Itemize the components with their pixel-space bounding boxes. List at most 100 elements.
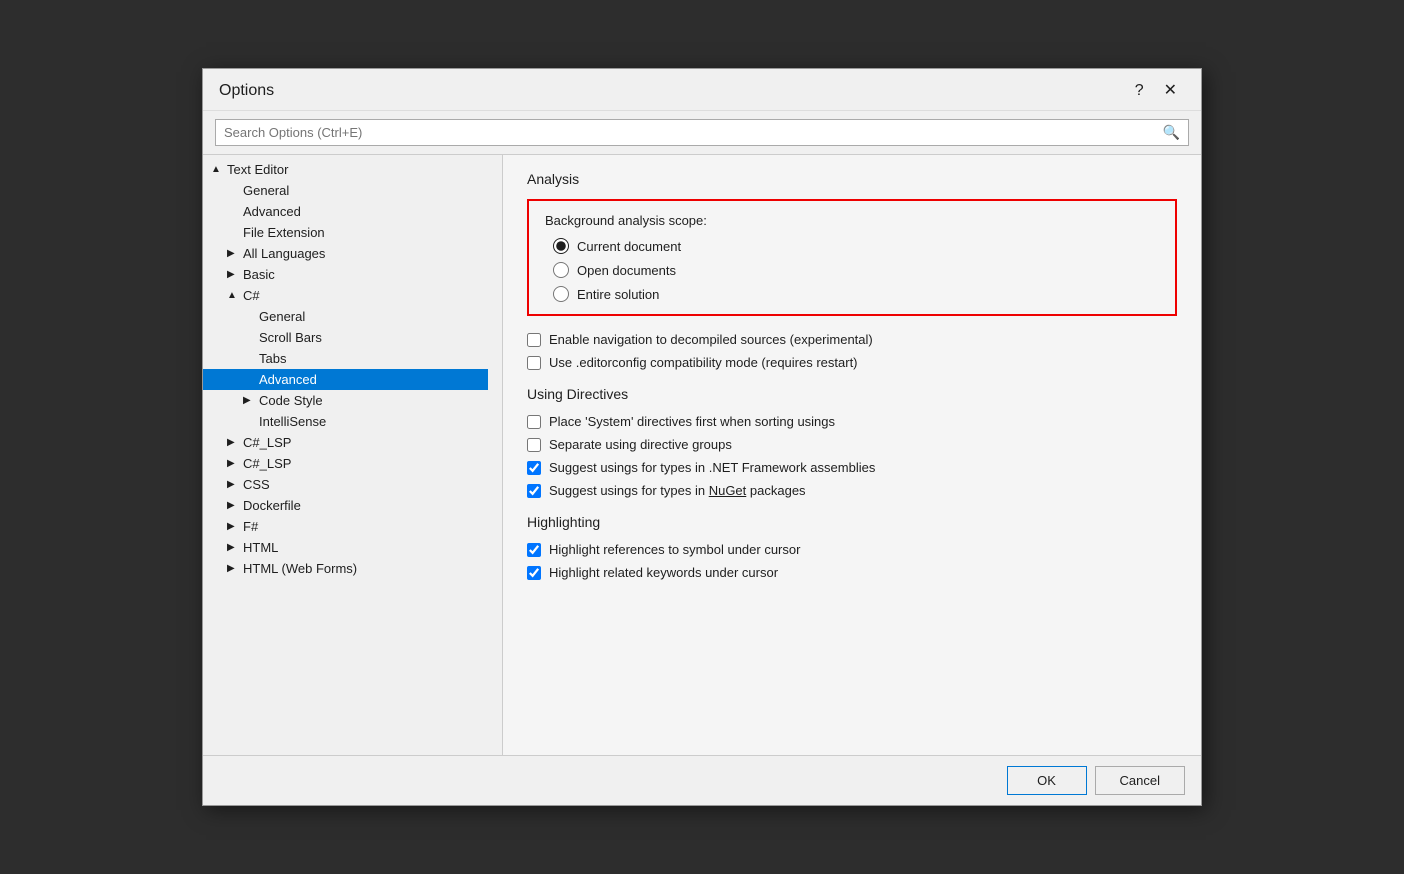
tree-item-html[interactable]: ▶ HTML bbox=[203, 537, 488, 558]
analysis-box: Background analysis scope: Current docum… bbox=[527, 199, 1177, 316]
arrow-icon-html: ▶ bbox=[227, 542, 239, 553]
tree-item-intellisense[interactable]: IntelliSense bbox=[203, 411, 488, 432]
arrow-icon-csharp-lsp1: ▶ bbox=[227, 437, 239, 448]
arrow-icon-csharp: ▲ bbox=[227, 290, 239, 301]
tree-label-basic: Basic bbox=[243, 267, 275, 282]
arrow-icon-basic: ▶ bbox=[227, 269, 239, 280]
highlighting-section: Highlighting Highlight references to sym… bbox=[527, 514, 1177, 580]
tree-label-all-languages: All Languages bbox=[243, 246, 325, 261]
checkbox-system-first[interactable] bbox=[527, 415, 541, 429]
tree-label-html: HTML bbox=[243, 540, 278, 555]
checkbox-label-highlight-keywords: Highlight related keywords under cursor bbox=[549, 565, 778, 580]
tree-label-text-editor: Text Editor bbox=[227, 162, 288, 177]
search-bar: 🔍 bbox=[203, 111, 1201, 155]
checkbox-highlight-keywords[interactable] bbox=[527, 566, 541, 580]
arrow-icon-fsharp: ▶ bbox=[227, 521, 239, 532]
radio-row-open-docs: Open documents bbox=[553, 262, 1159, 278]
tree-label-fsharp: F# bbox=[243, 519, 258, 534]
search-icon: 🔍 bbox=[1163, 124, 1180, 141]
title-actions: ? ✕ bbox=[1127, 79, 1185, 102]
radio-label-open-docs: Open documents bbox=[577, 263, 676, 278]
cancel-button[interactable]: Cancel bbox=[1095, 766, 1185, 795]
help-button[interactable]: ? bbox=[1127, 79, 1152, 102]
tree-container: ▲Text EditorGeneralAdvancedFile Extensio… bbox=[203, 159, 502, 579]
highlighting-title: Highlighting bbox=[527, 514, 1177, 530]
arrow-icon-code-style: ▶ bbox=[243, 395, 255, 406]
tree-item-dockerfile[interactable]: ▶ Dockerfile bbox=[203, 495, 488, 516]
radio-label-current-doc: Current document bbox=[577, 239, 681, 254]
tree-item-tabs[interactable]: Tabs bbox=[203, 348, 488, 369]
tree-item-csharp-lsp2[interactable]: ▶C#_LSP bbox=[203, 453, 488, 474]
analysis-checkboxes: Enable navigation to decompiled sources … bbox=[527, 332, 1177, 370]
using-directives-section: Using Directives Place 'System' directiv… bbox=[527, 386, 1177, 498]
radio-row-current-doc: Current document bbox=[553, 238, 1159, 254]
checkbox-highlight-refs[interactable] bbox=[527, 543, 541, 557]
tree-label-advanced: Advanced bbox=[259, 372, 317, 387]
left-panel: ▲Text EditorGeneralAdvancedFile Extensio… bbox=[203, 155, 503, 755]
checkbox-row-highlight-refs: Highlight references to symbol under cur… bbox=[527, 542, 1177, 557]
checkbox-editorconfig[interactable] bbox=[527, 356, 541, 370]
tree-item-css[interactable]: ▶CSS bbox=[203, 474, 488, 495]
checkbox-label-system-first: Place 'System' directives first when sor… bbox=[549, 414, 835, 429]
tree-item-html-webforms[interactable]: ▶HTML (Web Forms) bbox=[203, 558, 488, 579]
tree-item-basic[interactable]: ▶ Basic bbox=[203, 264, 488, 285]
arrow-icon-html-webforms: ▶ bbox=[227, 563, 239, 574]
title-bar-left: Options bbox=[219, 82, 274, 100]
tree-item-csharp[interactable]: ▲ C# bbox=[203, 285, 488, 306]
title-bar: Options ? ✕ bbox=[203, 69, 1201, 111]
checkbox-label-editorconfig: Use .editorconfig compatibility mode (re… bbox=[549, 355, 858, 370]
radio-entire-solution[interactable] bbox=[553, 286, 569, 302]
tree-label-csharp-lsp2: C#_LSP bbox=[243, 456, 291, 471]
analysis-title: Analysis bbox=[527, 171, 1177, 187]
tree-item-all-languages[interactable]: ▶All Languages bbox=[203, 243, 488, 264]
tree-label-scroll-bars: Scroll Bars bbox=[259, 330, 322, 345]
checkbox-row-system-first: Place 'System' directives first when sor… bbox=[527, 414, 1177, 429]
tree-label-advanced-top: Advanced bbox=[243, 204, 301, 219]
tree-label-intellisense: IntelliSense bbox=[259, 414, 326, 429]
checkbox-nav-decompiled[interactable] bbox=[527, 333, 541, 347]
ok-button[interactable]: OK bbox=[1007, 766, 1087, 795]
search-input[interactable] bbox=[224, 125, 1163, 140]
checkbox-label-highlight-refs: Highlight references to symbol under cur… bbox=[549, 542, 800, 557]
checkbox-label-suggest-net: Suggest usings for types in .NET Framewo… bbox=[549, 460, 875, 475]
radio-group: Current document Open documents Entire sol… bbox=[545, 238, 1159, 302]
checkbox-separate-groups[interactable] bbox=[527, 438, 541, 452]
footer: OK Cancel bbox=[203, 755, 1201, 805]
checkbox-label-suggest-nuget: Suggest usings for types in NuGet packag… bbox=[549, 483, 806, 498]
radio-open-docs[interactable] bbox=[553, 262, 569, 278]
close-button[interactable]: ✕ bbox=[1156, 79, 1185, 102]
checkbox-suggest-nuget[interactable] bbox=[527, 484, 541, 498]
tree-item-fsharp[interactable]: ▶ F# bbox=[203, 516, 488, 537]
tree-item-scroll-bars[interactable]: Scroll Bars bbox=[203, 327, 488, 348]
tree-item-advanced-top[interactable]: Advanced bbox=[203, 201, 488, 222]
tree-item-file-extension[interactable]: File Extension bbox=[203, 222, 488, 243]
checkbox-row-suggest-net: Suggest usings for types in .NET Framewo… bbox=[527, 460, 1177, 475]
tree-item-csharp-general[interactable]: General bbox=[203, 306, 488, 327]
tree-label-file-extension: File Extension bbox=[243, 225, 325, 240]
checkbox-row-highlight-keywords: Highlight related keywords under cursor bbox=[527, 565, 1177, 580]
radio-current-doc[interactable] bbox=[553, 238, 569, 254]
checkbox-suggest-net[interactable] bbox=[527, 461, 541, 475]
arrow-icon-dockerfile: ▶ bbox=[227, 500, 239, 511]
tree-label-dockerfile: Dockerfile bbox=[243, 498, 301, 513]
tree-label-csharp: C# bbox=[243, 288, 260, 303]
dialog-title: Options bbox=[219, 82, 274, 100]
background-scope-label: Background analysis scope: bbox=[545, 213, 1159, 228]
arrow-icon-css: ▶ bbox=[227, 479, 239, 490]
tree-label-code-style: Code Style bbox=[259, 393, 323, 408]
highlighting-checkboxes: Highlight references to symbol under cur… bbox=[527, 542, 1177, 580]
tree-item-text-editor[interactable]: ▲Text Editor bbox=[203, 159, 488, 180]
options-dialog: Options ? ✕ 🔍 ▲Text EditorGeneralAdvance… bbox=[202, 68, 1202, 806]
tree-label-general: General bbox=[243, 183, 289, 198]
tree-item-general[interactable]: General bbox=[203, 180, 488, 201]
content-area: ▲Text EditorGeneralAdvancedFile Extensio… bbox=[203, 155, 1201, 755]
tree-item-code-style[interactable]: ▶ Code Style bbox=[203, 390, 488, 411]
using-checkboxes: Place 'System' directives first when sor… bbox=[527, 414, 1177, 498]
tree-label-csharp-general: General bbox=[259, 309, 305, 324]
search-wrapper: 🔍 bbox=[215, 119, 1189, 146]
tree-item-advanced[interactable]: Advanced bbox=[203, 369, 488, 390]
radio-row-entire-solution: Entire solution bbox=[553, 286, 1159, 302]
tree-label-csharp-lsp1: C#_LSP bbox=[243, 435, 291, 450]
tree-item-csharp-lsp1[interactable]: ▶ C#_LSP bbox=[203, 432, 488, 453]
checkbox-label-nav-decompiled: Enable navigation to decompiled sources … bbox=[549, 332, 873, 347]
